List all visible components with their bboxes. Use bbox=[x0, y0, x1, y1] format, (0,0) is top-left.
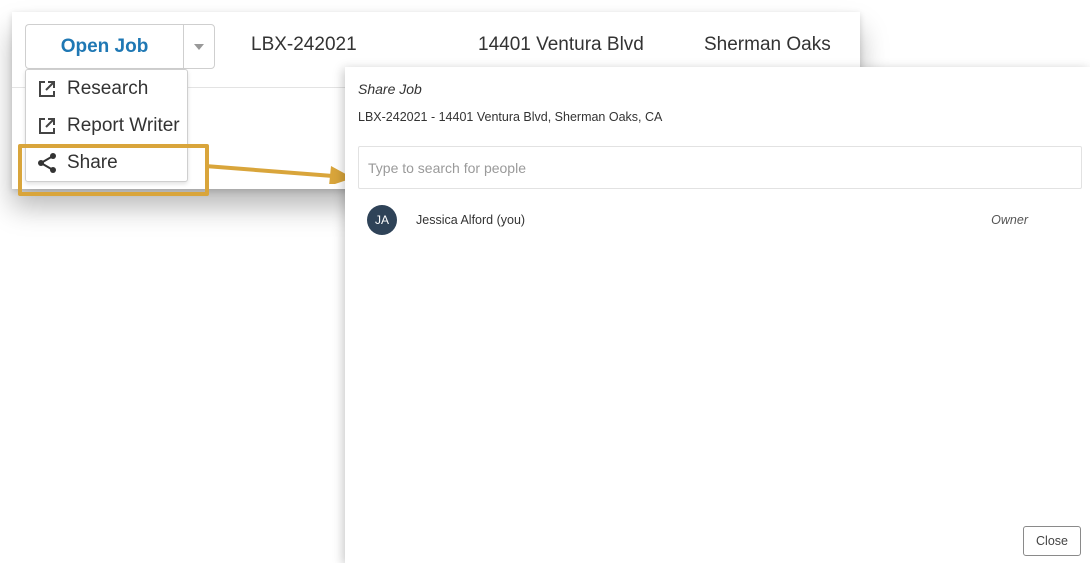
job-id: LBX-242021 bbox=[251, 34, 357, 55]
menu-item-report-writer[interactable]: Report Writer bbox=[26, 108, 187, 144]
dialog-title: Share Job bbox=[358, 81, 422, 97]
person-role: Owner bbox=[991, 213, 1028, 227]
share-job-dialog: Share Job LBX-242021 - 14401 Ventura Blv… bbox=[345, 67, 1090, 563]
dialog-subtitle: LBX-242021 - 14401 Ventura Blvd, Sherman… bbox=[358, 110, 663, 124]
job-address: 14401 Ventura Blvd bbox=[478, 34, 644, 55]
open-job-button[interactable]: Open Job bbox=[25, 24, 183, 69]
external-link-icon bbox=[36, 115, 58, 137]
close-button[interactable]: Close bbox=[1023, 526, 1081, 556]
people-search-input[interactable] bbox=[358, 146, 1082, 189]
menu-item-label: Report Writer bbox=[67, 115, 180, 136]
avatar: JA bbox=[367, 205, 397, 235]
external-link-icon bbox=[36, 78, 58, 100]
list-item: JA Jessica Alford (you) Owner bbox=[367, 205, 1037, 235]
open-job-dropdown-toggle[interactable] bbox=[183, 24, 215, 69]
job-city: Sherman Oaks bbox=[704, 34, 831, 55]
chevron-down-icon bbox=[194, 43, 204, 50]
callout-arrow bbox=[205, 164, 353, 184]
person-name: Jessica Alford (you) bbox=[416, 213, 526, 227]
share-highlight-box bbox=[18, 144, 209, 196]
menu-item-label: Research bbox=[67, 78, 149, 99]
menu-item-research[interactable]: Research bbox=[26, 71, 187, 107]
